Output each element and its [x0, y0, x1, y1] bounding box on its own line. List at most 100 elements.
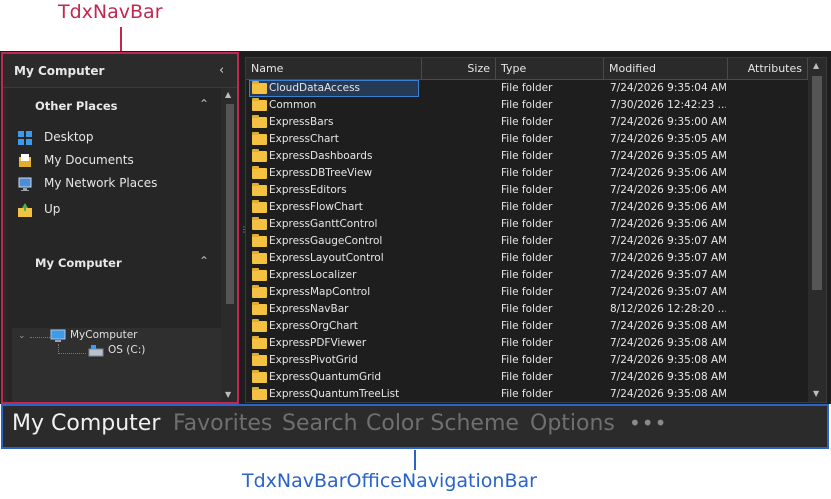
cell-type: File folder — [501, 167, 553, 179]
cell-modified: 7/24/2026 9:35:07 AM — [610, 269, 726, 281]
nav-item-desktop[interactable]: Desktop — [17, 128, 217, 148]
cell-modified: 7/24/2026 9:35:04 AM — [610, 82, 726, 94]
desktop-icon — [18, 131, 32, 145]
cell-type: File folder — [501, 99, 553, 111]
cell-name: ExpressDBTreeView — [269, 167, 373, 179]
nav-item-label: My Network Places — [44, 176, 158, 190]
table-row[interactable]: ExpressGanttControl File folder 7/24/2026 … — [246, 216, 808, 233]
cell-name: ExpressPivotGrid — [269, 354, 358, 366]
table-row[interactable]: ExpressLayoutControl File folder 7/24/2026… — [246, 250, 808, 267]
group-header-other-places[interactable]: Other Places ⌃ — [7, 93, 221, 119]
scroll-up-arrow-icon[interactable]: ▲ — [813, 61, 819, 70]
cell-name: ExpressDashboards — [269, 150, 373, 162]
cell-modified: 7/24/2026 9:35:08 AM — [610, 354, 726, 366]
table-row[interactable]: CloudDataAccess File folder 7/24/2026 9:35… — [246, 80, 808, 97]
column-header-modified[interactable]: Modified — [604, 58, 728, 80]
cell-modified: 7/24/2026 9:35:08 AM — [610, 337, 726, 349]
folder-icon — [252, 183, 267, 196]
table-row[interactable]: ExpressNavBar File folder 8/12/2026 12:28:… — [246, 301, 808, 318]
cell-modified: 7/30/2026 12:42:23 ... — [610, 99, 726, 111]
scroll-up-arrow-icon[interactable]: ▲ — [225, 90, 231, 99]
file-list-scroll-thumb[interactable] — [812, 76, 822, 290]
column-header-type[interactable]: Type — [496, 58, 604, 80]
cell-type: File folder — [501, 269, 553, 281]
computer-icon — [50, 329, 66, 342]
cell-name: ExpressGaugeControl — [269, 235, 383, 247]
more-options-icon[interactable]: ••• — [629, 411, 667, 435]
cell-type: File folder — [501, 252, 553, 264]
table-row[interactable]: ExpressEditors File folder 7/24/2026 9:35:… — [246, 182, 808, 199]
office-nav-item-color-scheme[interactable]: Color Scheme — [366, 411, 519, 436]
cell-type: File folder — [501, 218, 553, 230]
nav-item-label: My Documents — [44, 153, 134, 167]
network-icon — [18, 177, 32, 191]
cell-name: ExpressQuantumTreeList — [269, 388, 400, 400]
cell-name: ExpressEditors — [269, 184, 347, 196]
nav-item-label: Desktop — [44, 130, 94, 144]
nav-bar: My Computer ‹ Other Places ⌃ Desktop My … — [1, 52, 239, 404]
tree-expand-chevron-icon[interactable]: ⌄ — [18, 331, 26, 347]
cell-name: ExpressLocalizer — [269, 269, 357, 281]
folder-icon — [252, 149, 267, 162]
cell-type: File folder — [501, 286, 553, 298]
up-folder-icon — [18, 203, 32, 217]
office-nav-item-my-computer[interactable]: My Computer — [12, 411, 160, 436]
cell-type: File folder — [501, 337, 553, 349]
nav-bar-scroll-thumb[interactable] — [226, 104, 234, 304]
cell-modified: 7/24/2026 9:35:06 AM — [610, 167, 726, 179]
nav-item-up[interactable]: Up — [17, 200, 217, 220]
column-header-attributes[interactable]: Attributes — [728, 58, 808, 80]
cell-type: File folder — [501, 320, 553, 332]
folder-icon — [252, 319, 267, 332]
table-row[interactable]: ExpressGaugeControl File folder 7/24/2026 … — [246, 233, 808, 250]
group-header-my-computer[interactable]: My Computer ⌃ — [7, 250, 221, 276]
column-header-size[interactable]: Size — [422, 58, 496, 80]
folder-icon — [252, 370, 267, 383]
collapse-chevron-icon[interactable]: ‹ — [219, 63, 224, 78]
cell-type: File folder — [501, 354, 553, 366]
group-title: My Computer — [35, 256, 122, 270]
file-rows: CloudDataAccess File folder 7/24/2026 9:35… — [246, 80, 808, 402]
column-header-name[interactable]: Name — [246, 58, 422, 80]
folder-icon — [252, 251, 267, 264]
cell-name: Common — [269, 99, 317, 111]
table-row[interactable]: ExpressChart File folder 7/24/2026 9:35:05… — [246, 131, 808, 148]
chevron-up-icon[interactable]: ⌃ — [199, 97, 209, 111]
cell-modified: 7/24/2026 9:35:06 AM — [610, 218, 726, 230]
table-row[interactable]: ExpressBars File folder 7/24/2026 9:35:00 … — [246, 114, 808, 131]
table-row[interactable]: ExpressMapControl File folder 7/24/2026 9:… — [246, 284, 808, 301]
folder-icon — [252, 302, 267, 315]
table-row[interactable]: ExpressQuantumTreeList File folder 7/24/20… — [246, 386, 808, 402]
table-row[interactable]: ExpressDashboards File folder 7/24/2026 9:… — [246, 148, 808, 165]
folder-icon — [252, 98, 267, 111]
nav-item-my-network-places[interactable]: My Network Places — [17, 174, 217, 194]
table-row[interactable]: ExpressQuantumGrid File folder 7/24/2026 9… — [246, 369, 808, 386]
folder-icon — [252, 336, 267, 349]
table-row[interactable]: ExpressDBTreeView File folder 7/24/2026 9:… — [246, 165, 808, 182]
table-row[interactable]: ExpressFlowChart File folder 7/24/2026 9:3… — [246, 199, 808, 216]
table-row[interactable]: Common File folder 7/30/2026 12:42:23 ... — [246, 97, 808, 114]
scroll-down-arrow-icon[interactable]: ▼ — [813, 389, 819, 398]
table-row[interactable]: ExpressPDFViewer File folder 7/24/2026 9:3… — [246, 335, 808, 352]
cell-name: ExpressPDFViewer — [269, 337, 367, 349]
file-list-scrollbar[interactable]: ▲ ▼ — [808, 58, 826, 402]
folder-icon — [252, 268, 267, 281]
tree-connector — [30, 337, 50, 338]
office-nav-item-favorites[interactable]: Favorites — [173, 411, 272, 436]
office-nav-item-search[interactable]: Search — [282, 411, 358, 436]
cell-type: File folder — [501, 371, 553, 383]
chevron-up-icon[interactable]: ⌃ — [199, 254, 209, 268]
table-row[interactable]: ExpressOrgChart File folder 7/24/2026 9:35… — [246, 318, 808, 335]
cell-name: CloudDataAccess — [269, 82, 361, 94]
cell-name: ExpressFlowChart — [269, 201, 363, 213]
scroll-down-arrow-icon[interactable]: ▼ — [225, 390, 231, 399]
office-nav-item-options[interactable]: Options — [530, 411, 615, 436]
table-row[interactable]: ExpressPivotGrid File folder 7/24/2026 9:3… — [246, 352, 808, 369]
cell-type: File folder — [501, 303, 553, 315]
table-row[interactable]: ExpressLocalizer File folder 7/24/2026 9:3… — [246, 267, 808, 284]
cell-type: File folder — [501, 150, 553, 162]
nav-item-my-documents[interactable]: My Documents — [17, 151, 217, 171]
nav-bar-scrollbar[interactable]: ▲ ▼ — [223, 88, 237, 402]
folder-icon — [252, 132, 267, 145]
cell-modified: 7/24/2026 9:35:08 AM — [610, 320, 726, 332]
